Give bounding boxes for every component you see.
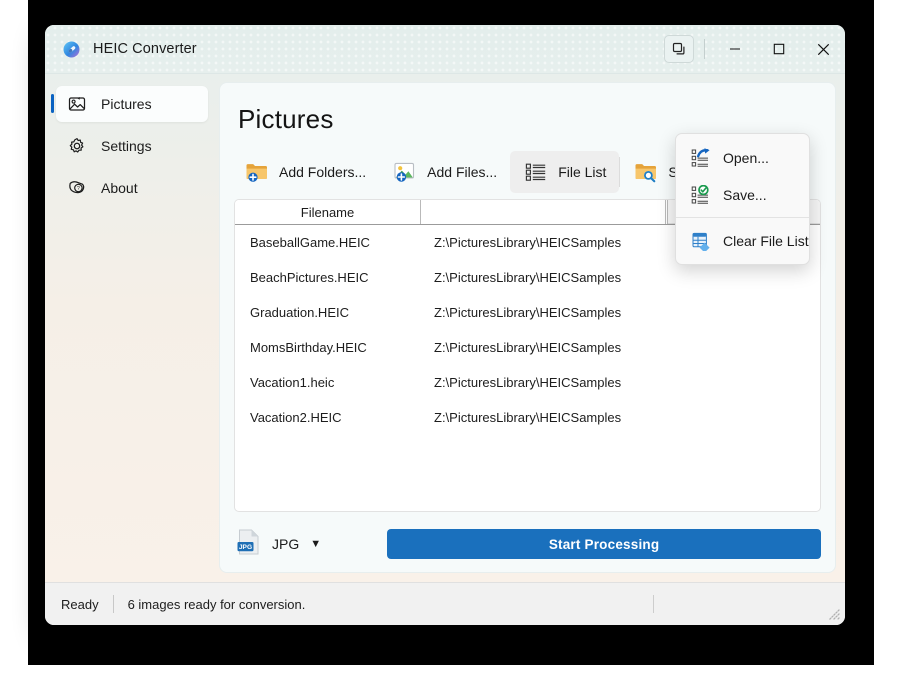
menu-item-label: Open... — [723, 149, 769, 166]
list-save-check-icon — [690, 184, 712, 205]
close-button[interactable] — [801, 31, 845, 67]
title-bar: HEIC Converter — [45, 25, 845, 74]
status-divider — [112, 595, 114, 613]
selection-indicator — [51, 94, 54, 113]
list-open-arrow-icon — [690, 147, 712, 168]
sidebar: Pictures Settings ? About — [45, 74, 219, 582]
pictures-icon — [67, 95, 87, 113]
folder-add-icon — [244, 161, 270, 183]
clear-file-list-icon — [690, 231, 712, 251]
cell-filename: BeachPictures.HEIC — [250, 270, 369, 285]
add-folders-button[interactable]: Add Folders... — [231, 151, 379, 193]
menu-item-label: Save... — [723, 186, 767, 203]
toolbar-label: Add Folders... — [279, 164, 367, 180]
status-right-divider — [653, 595, 654, 613]
table-row[interactable]: Vacation2.HEIC Z:\PicturesLibrary\HEICSa… — [235, 400, 820, 435]
help-about-icon: ? — [67, 179, 87, 197]
image-add-icon — [392, 161, 418, 183]
cell-path: Z:\PicturesLibrary\HEICSamples — [434, 270, 622, 285]
minimize-button[interactable] — [713, 31, 757, 67]
content-panel: Pictures Add Folders... Add Files... Fil… — [219, 82, 836, 573]
sidebar-item-pictures[interactable]: Pictures — [51, 86, 208, 122]
maximize-button[interactable] — [757, 31, 801, 67]
app-window: HEIC Converter Pictures Settings ? About… — [45, 25, 845, 625]
menu-item-open[interactable]: Open... — [676, 139, 809, 176]
sidebar-item-about[interactable]: ? About — [56, 170, 208, 206]
status-bar: Ready 6 images ready for conversion. — [45, 582, 845, 625]
file-list-menu: Open... Save... Clear File List — [675, 133, 810, 265]
menu-item-label: Clear File List — [723, 232, 809, 249]
column-header-path[interactable] — [421, 200, 666, 224]
table-row[interactable]: Graduation.HEIC Z:\PicturesLibrary\HEICS… — [235, 295, 820, 330]
gear-icon — [67, 137, 87, 155]
menu-item-clear-file-list[interactable]: Clear File List — [676, 222, 809, 259]
cell-filename: Vacation1.heic — [250, 375, 335, 390]
window-body: Pictures Settings ? About Pictures Add F… — [45, 74, 845, 582]
cell-filename: BaseballGame.HEIC — [250, 235, 370, 250]
action-row: JPG JPG ▼ Start Processing — [234, 529, 821, 559]
window-controls — [664, 25, 845, 73]
start-processing-button[interactable]: Start Processing — [387, 529, 821, 559]
table-row[interactable]: MomsBirthday.HEIC Z:\PicturesLibrary\HEI… — [235, 330, 820, 365]
toolbar-label: Add Files... — [427, 164, 498, 180]
pill-capsule-icon — [62, 40, 81, 59]
folder-search-icon — [633, 161, 659, 183]
resize-grip[interactable] — [826, 607, 840, 621]
svg-text:?: ? — [77, 186, 80, 192]
column-header-filename[interactable]: Filename — [235, 200, 421, 224]
cell-path: Z:\PicturesLibrary\HEICSamples — [434, 305, 622, 320]
svg-text:JPG: JPG — [239, 544, 252, 551]
file-list-icon — [523, 162, 549, 182]
window-title: HEIC Converter — [93, 41, 197, 57]
controls-divider — [704, 39, 705, 59]
snap-layouts-icon[interactable] — [664, 35, 694, 63]
sidebar-item-settings[interactable]: Settings — [56, 128, 208, 164]
menu-item-save[interactable]: Save... — [676, 176, 809, 213]
page-title: Pictures — [238, 104, 334, 134]
jpg-file-icon: JPG — [236, 528, 262, 561]
add-files-button[interactable]: Add Files... — [379, 151, 510, 193]
cell-path: Z:\PicturesLibrary\HEICSamples — [434, 340, 622, 355]
selected-format-value: JPG — [272, 536, 300, 552]
status-state: Ready — [61, 596, 99, 612]
cell-filename: MomsBirthday.HEIC — [250, 340, 367, 355]
cell-filename: Vacation2.HEIC — [250, 410, 342, 425]
cell-path: Z:\PicturesLibrary\HEICSamples — [434, 235, 622, 250]
chevron-down-icon: ▼ — [310, 538, 322, 550]
output-format-picker[interactable]: JPG JPG ▼ — [234, 526, 327, 563]
sidebar-item-label: About — [101, 180, 138, 196]
sidebar-item-label: Settings — [101, 138, 152, 154]
sidebar-item-label: Pictures — [101, 96, 152, 112]
menu-separator — [676, 217, 809, 218]
cell-filename: Graduation.HEIC — [250, 305, 349, 320]
status-message: 6 images ready for conversion. — [127, 596, 306, 612]
table-row[interactable]: Vacation1.heic Z:\PicturesLibrary\HEICSa… — [235, 365, 820, 400]
cell-path: Z:\PicturesLibrary\HEICSamples — [434, 410, 622, 425]
table-row[interactable]: BeachPictures.HEIC Z:\PicturesLibrary\HE… — [235, 260, 820, 295]
file-list-button[interactable]: File List — [510, 151, 620, 193]
cell-path: Z:\PicturesLibrary\HEICSamples — [434, 375, 622, 390]
toolbar-label: File List — [558, 164, 607, 180]
